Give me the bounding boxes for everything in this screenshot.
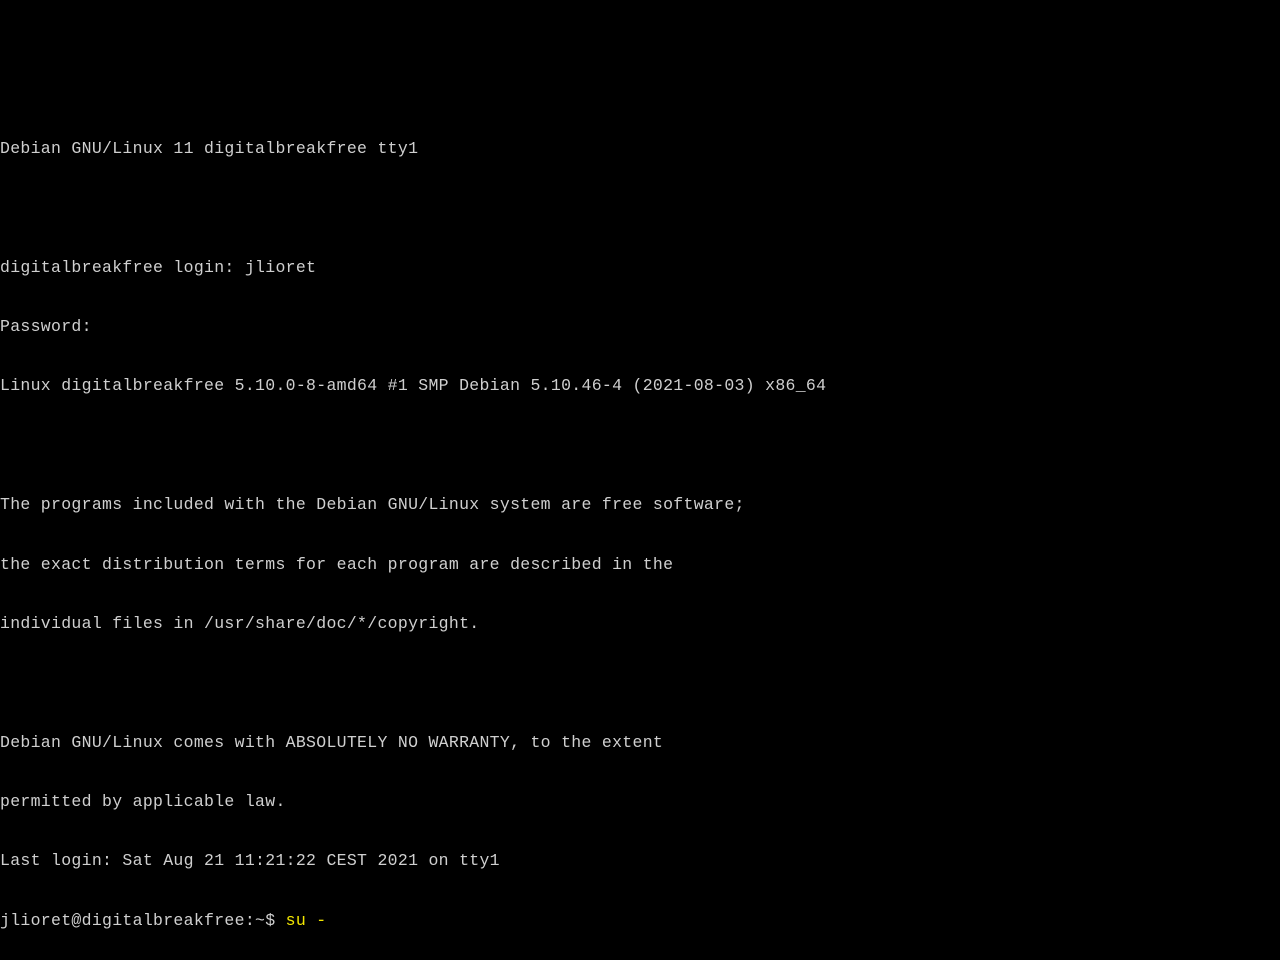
blank-line <box>0 198 1280 218</box>
login-line: digitalbreakfree login: jlioret <box>0 258 1280 278</box>
motd-line: permitted by applicable law. <box>0 792 1280 812</box>
motd-line: Debian GNU/Linux comes with ABSOLUTELY N… <box>0 733 1280 753</box>
blank-line <box>0 436 1280 456</box>
su-command: su - <box>286 911 327 930</box>
uname-line: Linux digitalbreakfree 5.10.0-8-amd64 #1… <box>0 376 1280 396</box>
motd-line: individual files in /usr/share/doc/*/cop… <box>0 614 1280 634</box>
os-banner: Debian GNU/Linux 11 digitalbreakfree tty… <box>0 139 1280 159</box>
terminal-tty[interactable]: Debian GNU/Linux 11 digitalbreakfree tty… <box>0 99 1280 960</box>
user-ps1: jlioret@digitalbreakfree:~$ <box>0 911 286 930</box>
blank-line <box>0 673 1280 693</box>
user-shell-line: jlioret@digitalbreakfree:~$ su - <box>0 911 1280 931</box>
password-prompt-line: Password: <box>0 317 1280 337</box>
login-prompt: digitalbreakfree login: <box>0 258 245 277</box>
motd-line: The programs included with the Debian GN… <box>0 495 1280 515</box>
login-username: jlioret <box>245 258 316 277</box>
last-login-line: Last login: Sat Aug 21 11:21:22 CEST 202… <box>0 851 1280 871</box>
motd-line: the exact distribution terms for each pr… <box>0 555 1280 575</box>
